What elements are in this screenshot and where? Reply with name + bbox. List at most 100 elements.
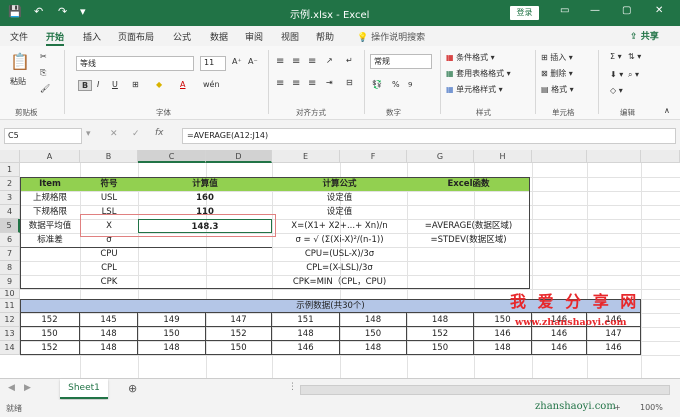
name-box[interactable]: C5 [4, 128, 82, 144]
underline-button[interactable]: U [112, 80, 118, 89]
table-cell[interactable]: σ [80, 233, 138, 247]
save-icon[interactable]: 💾 [8, 5, 22, 18]
table-cell[interactable]: CPL [80, 261, 138, 275]
sample-data-cell[interactable]: 146 [474, 327, 532, 341]
close-button[interactable]: ✕ [655, 5, 663, 16]
sample-data-cell[interactable]: 147 [587, 327, 641, 341]
column-header[interactable]: C [138, 150, 206, 163]
formula-input[interactable]: =AVERAGE(A12:J14) [182, 128, 676, 144]
horizontal-scrollbar[interactable] [300, 385, 670, 395]
sample-data-cell[interactable]: 149 [138, 313, 206, 327]
orientation-icon[interactable]: ↗ [326, 56, 333, 65]
font-color-icon[interactable]: A [180, 80, 185, 89]
cancel-icon[interactable]: ✕ [110, 129, 118, 139]
sample-data-cell[interactable]: 150 [206, 341, 272, 355]
bold-button[interactable]: B [78, 80, 93, 91]
tab-data[interactable]: 数据 [210, 30, 228, 43]
decrease-font-icon[interactable]: A⁻ [248, 57, 258, 66]
row-header[interactable]: 4 [0, 205, 20, 219]
font-name-select[interactable]: 等线 [76, 56, 194, 71]
row-header[interactable]: 6 [0, 233, 20, 247]
sample-data-cell[interactable]: 148 [80, 327, 138, 341]
enter-icon[interactable]: ✓ [132, 129, 140, 139]
sample-data-cell[interactable]: 152 [206, 327, 272, 341]
tab-view[interactable]: 视图 [281, 30, 299, 43]
conditional-format-button[interactable]: ▦ 条件格式 ▾ [446, 52, 495, 63]
copy-icon[interactable]: ⎘ [40, 68, 46, 78]
comma-icon[interactable]: ⁹ [408, 80, 412, 93]
row-header[interactable]: 9 [0, 275, 20, 289]
tab-home[interactable]: 开始 [46, 30, 65, 46]
paste-label[interactable]: 粘贴 [10, 76, 26, 87]
sheet-tab[interactable]: Sheet1 [60, 379, 108, 399]
row-header[interactable]: 1 [0, 163, 20, 177]
table-cell[interactable]: Item [20, 177, 80, 191]
merge-center-icon[interactable]: ⊟ [346, 78, 353, 87]
name-box-dropdown-icon[interactable]: ▾ [86, 129, 91, 139]
sample-data-cell[interactable]: 150 [20, 327, 80, 341]
tab-formulas[interactable]: 公式 [173, 30, 191, 43]
sample-data-cell[interactable]: 146 [532, 327, 587, 341]
table-cell[interactable]: 计算值 [138, 177, 272, 191]
undo-icon[interactable]: ↶ [34, 5, 43, 18]
sample-data-cell[interactable]: 147 [206, 313, 272, 327]
autosum-icon[interactable]: Σ ▾ [610, 52, 622, 61]
row-header[interactable]: 14 [0, 341, 20, 355]
tab-file[interactable]: 文件 [10, 30, 28, 43]
column-header[interactable] [532, 150, 587, 163]
sample-data-cell[interactable]: 146 [532, 341, 587, 355]
table-cell[interactable]: 标准差 [20, 233, 80, 247]
wrap-text-icon[interactable]: ↵ [346, 56, 353, 65]
paste-icon[interactable]: 📋 [10, 52, 30, 71]
row-header[interactable]: 12 [0, 313, 20, 327]
format-as-table-button[interactable]: ▦ 套用表格格式 ▾ [446, 68, 511, 79]
insert-cells-button[interactable]: ⊞ 插入 ▾ [541, 52, 573, 63]
sample-data-cell[interactable]: 152 [20, 313, 80, 327]
sample-data-cell[interactable]: 146 [272, 341, 340, 355]
fill-color-icon[interactable]: ◆ [156, 80, 162, 89]
table-cell[interactable]: CPK=MIN（CPL，CPU) [272, 275, 407, 289]
sample-data-cell[interactable]: 150 [407, 341, 474, 355]
column-header[interactable]: D [206, 150, 272, 163]
ribbon-display-options-icon[interactable]: ▭ [560, 5, 569, 16]
table-cell[interactable]: σ = √ (Σ(Xi-X)²/(n-1)) [272, 233, 407, 247]
table-cell[interactable]: Excel函数 [407, 177, 530, 191]
sample-data-cell[interactable]: 150 [340, 327, 407, 341]
tab-page-layout[interactable]: 页面布局 [118, 30, 154, 43]
number-format-select[interactable]: 常规 [370, 54, 432, 69]
more-options-icon[interactable]: ⋮ [288, 382, 297, 392]
font-size-select[interactable]: 11 [200, 56, 226, 71]
increase-font-icon[interactable]: A⁺ [232, 57, 242, 66]
column-header[interactable]: A [20, 150, 80, 163]
insert-function-button[interactable]: fx [155, 128, 164, 138]
restore-button[interactable]: ▢ [622, 5, 631, 16]
column-header[interactable]: G [407, 150, 474, 163]
clear-icon[interactable]: ◇ ▾ [610, 86, 623, 95]
row-header[interactable]: 13 [0, 327, 20, 341]
table-cell[interactable]: 设定值 [272, 205, 407, 219]
table-cell[interactable]: =AVERAGE(数据区域) [407, 219, 530, 233]
sample-data-cell[interactable]: 145 [80, 313, 138, 327]
delete-cells-button[interactable]: ⊠ 删除 ▾ [541, 68, 573, 79]
align-left-icon[interactable]: ≡ [276, 78, 284, 89]
row-header[interactable]: 11 [0, 299, 20, 313]
column-header[interactable] [587, 150, 641, 163]
sample-data-cell[interactable]: 151 [272, 313, 340, 327]
login-button[interactable]: 登录 [510, 6, 539, 20]
sample-data-cell[interactable]: 148 [407, 313, 474, 327]
percent-button[interactable]: % [392, 80, 400, 89]
fill-icon[interactable]: ⬇ ▾ [610, 70, 623, 79]
column-header[interactable]: H [474, 150, 532, 163]
sample-data-cell[interactable]: 148 [80, 341, 138, 355]
sample-data-cell[interactable]: 152 [407, 327, 474, 341]
find-select-icon[interactable]: ⌕ ▾ [628, 70, 639, 80]
indent-icon[interactable]: ⇥ [326, 78, 333, 87]
row-header[interactable]: 5 [0, 219, 20, 233]
table-cell[interactable]: 下规格限 [20, 205, 80, 219]
table-cell[interactable]: 160 [138, 191, 272, 205]
table-cell[interactable]: CPU [80, 247, 138, 261]
next-sheet-icon[interactable]: ▶ [24, 383, 31, 393]
minimize-button[interactable]: — [590, 5, 600, 16]
align-center-icon[interactable]: ≡ [292, 78, 300, 89]
sample-data-cell[interactable]: 148 [138, 341, 206, 355]
